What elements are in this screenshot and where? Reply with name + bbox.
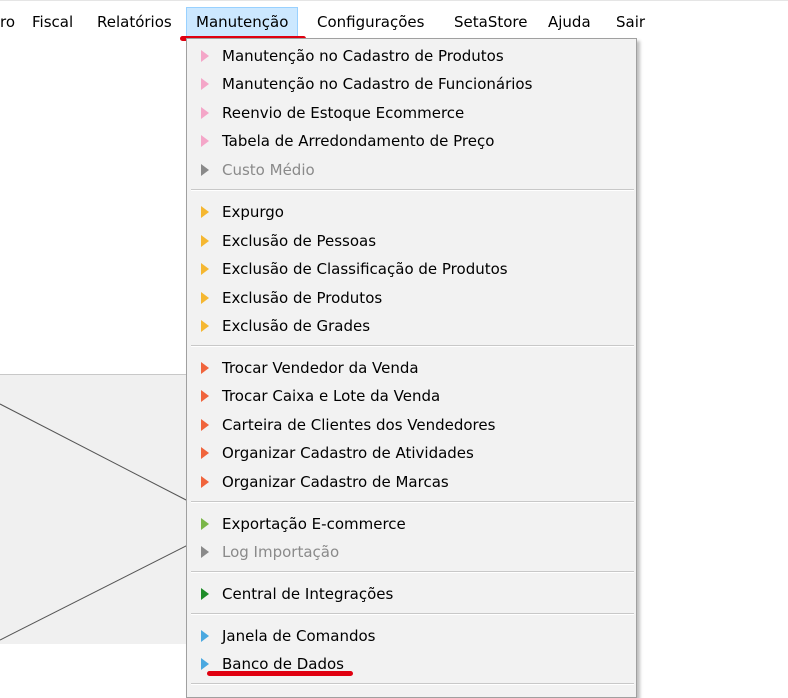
menu-option-label: Expurgo <box>222 203 284 221</box>
menu-option-log-importacao: Log Importação <box>187 538 636 566</box>
menu-option-janela-comandos[interactable]: Janela de Comandos <box>187 622 636 650</box>
pink-arrow-icon <box>201 78 209 90</box>
blue-arrow-icon <box>201 630 209 642</box>
menu-option-label: Manutenção no Cadastro de Funcionários <box>222 75 533 93</box>
menu-separator <box>191 613 634 615</box>
menu-item-manutencao[interactable]: Manutenção <box>186 7 299 38</box>
menu-item-configuracoes[interactable]: Configurações <box>317 7 424 38</box>
menu-option-label: Exclusão de Grades <box>222 317 371 335</box>
yellow-arrow-icon <box>201 320 209 332</box>
menu-option-label: Central de Integrações <box>222 585 394 603</box>
orange-arrow-icon <box>201 447 209 459</box>
menu-option-label: Tabela de Arredondamento de Preço <box>222 132 495 150</box>
menu-option-manutencao-cadastro-produtos[interactable]: Manutenção no Cadastro de Produtos <box>187 42 636 70</box>
menu-option-label: Carteira de Clientes dos Vendedores <box>222 416 496 434</box>
menu-separator <box>191 189 634 191</box>
menu-option-reenvio-estoque-ecommerce[interactable]: Reenvio de Estoque Ecommerce <box>187 99 636 127</box>
menu-item-relatorios[interactable]: Relatórios <box>97 7 172 38</box>
menu-option-label: Exclusão de Classificação de Produtos <box>222 260 508 278</box>
menu-option-label: Exclusão de Pessoas <box>222 232 377 250</box>
manutencao-dropdown: Manutenção no Cadastro de Produtos Manut… <box>186 38 637 698</box>
canvas-frame <box>0 374 190 644</box>
menu-separator <box>191 571 634 573</box>
light-green-arrow-icon <box>201 518 209 530</box>
menu-option-exportacao-ecommerce[interactable]: Exportação E-commerce <box>187 510 636 538</box>
menu-option-exclusao-pessoas[interactable]: Exclusão de Pessoas <box>187 227 636 255</box>
pink-arrow-icon <box>201 107 209 119</box>
menu-option-label: Janela de Comandos <box>222 627 376 645</box>
yellow-arrow-icon <box>201 292 209 304</box>
menu-option-central-integracoes[interactable]: Central de Integrações <box>187 580 636 608</box>
menu-bar: ro Fiscal Relatórios Manutenção Configur… <box>0 7 788 38</box>
gray-arrow-icon <box>201 546 209 558</box>
menu-option-label: Custo Médio <box>222 161 315 179</box>
menu-item-sair[interactable]: Sair <box>616 7 645 38</box>
orange-arrow-icon <box>201 476 209 488</box>
background-canvas <box>0 374 190 644</box>
menu-item-ajuda[interactable]: Ajuda <box>548 7 591 38</box>
menu-option-label: Organizar Cadastro de Marcas <box>222 473 449 491</box>
menu-option-custo-medio: Custo Médio <box>187 156 636 184</box>
menu-separator <box>191 683 634 685</box>
yellow-arrow-icon <box>201 263 209 275</box>
menu-option-label: Organizar Cadastro de Atividades <box>222 444 474 462</box>
menu-option-organizar-cadastro-atividades[interactable]: Organizar Cadastro de Atividades <box>187 439 636 467</box>
menu-option-label: Trocar Caixa e Lote da Venda <box>222 387 441 405</box>
menu-separator <box>191 345 634 347</box>
menu-option-exclusao-produtos[interactable]: Exclusão de Produtos <box>187 284 636 312</box>
menu-option-label: Trocar Vendedor da Venda <box>222 359 419 377</box>
menu-item-setastore[interactable]: SetaStore <box>454 7 527 38</box>
menu-option-manutencao-cadastro-funcionarios[interactable]: Manutenção no Cadastro de Funcionários <box>187 70 636 98</box>
menu-option-label: Exportação E-commerce <box>222 515 406 533</box>
menu-option-exclusao-grades[interactable]: Exclusão de Grades <box>187 312 636 340</box>
green-arrow-icon <box>201 588 209 600</box>
pink-arrow-icon <box>201 135 209 147</box>
menu-option-trocar-vendedor-venda[interactable]: Trocar Vendedor da Venda <box>187 354 636 382</box>
annotation-underline-banco-dados <box>207 671 353 676</box>
menu-option-tabela-arredondamento-preco[interactable]: Tabela de Arredondamento de Preço <box>187 127 636 155</box>
menu-option-carteira-clientes-vendedores[interactable]: Carteira de Clientes dos Vendedores <box>187 411 636 439</box>
menu-option-exclusao-classificacao-produtos[interactable]: Exclusão de Classificação de Produtos <box>187 255 636 283</box>
menu-option-label: Exclusão de Produtos <box>222 289 383 307</box>
blue-arrow-icon <box>201 658 209 670</box>
pink-arrow-icon <box>201 50 209 62</box>
menu-option-label: Reenvio de Estoque Ecommerce <box>222 104 465 122</box>
yellow-arrow-icon <box>201 206 209 218</box>
menu-option-expurgo[interactable]: Expurgo <box>187 198 636 226</box>
menu-option-organizar-cadastro-marcas[interactable]: Organizar Cadastro de Marcas <box>187 468 636 496</box>
window-top-edge <box>0 0 788 1</box>
gray-arrow-icon <box>201 164 209 176</box>
menu-option-label: Log Importação <box>222 543 340 561</box>
menu-item-fiscal[interactable]: Fiscal <box>32 7 73 38</box>
yellow-arrow-icon <box>201 235 209 247</box>
menu-option-label: Manutenção no Cadastro de Produtos <box>222 47 504 65</box>
orange-arrow-icon <box>201 390 209 402</box>
menu-item-cadastro[interactable]: ro <box>0 7 15 38</box>
menu-option-trocar-caixa-lote-venda[interactable]: Trocar Caixa e Lote da Venda <box>187 382 636 410</box>
orange-arrow-icon <box>201 419 209 431</box>
menu-separator <box>191 501 634 503</box>
orange-arrow-icon <box>201 362 209 374</box>
